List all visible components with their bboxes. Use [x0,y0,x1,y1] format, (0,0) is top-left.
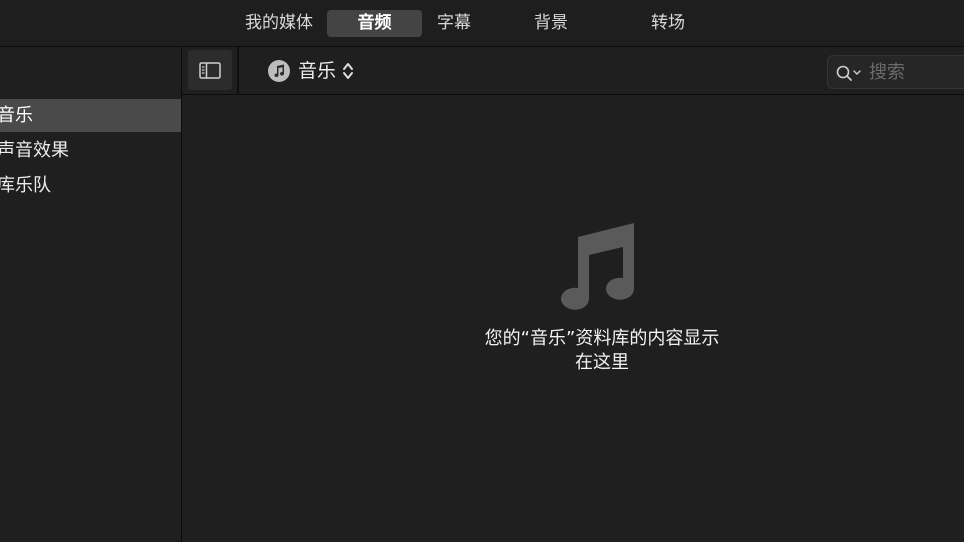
tab-backgrounds[interactable]: 背景 [525,10,577,37]
search-icon [836,65,861,81]
empty-state-message-line2: 在这里 [575,352,629,373]
tab-transitions[interactable]: 转场 [642,10,694,37]
sidebar-item-label: 声音效果 [0,140,69,161]
tab-titles[interactable]: 字幕 [428,10,480,37]
source-popup-button[interactable]: 音乐 [268,59,354,83]
sidebar-item-label: 音乐 [0,105,33,126]
music-note-icon [561,223,634,310]
tab-my-media[interactable]: 我的媒体 [238,10,320,37]
sidebar-item-sound-effects[interactable]: 声音效果 [0,134,181,167]
empty-state-area: 您的“音乐”资料库的内容显示 在这里 [182,95,964,542]
music-note-icon [268,60,290,82]
source-popup-label: 音乐 [298,60,337,82]
sidebar: 音乐 声音效果 库乐队 [0,47,182,542]
media-browser-window: 我的媒体 音频 字幕 背景 转场 音乐 声音效果 库乐队 音乐 搜索 您的“音乐… [0,0,964,542]
toolbar-divider [237,47,239,94]
sidebar-toggle-icon [199,62,221,79]
tab-audio[interactable]: 音频 [327,10,422,37]
sidebar-item-garageband[interactable]: 库乐队 [0,169,181,202]
sidebar-toggle-button[interactable] [188,50,232,90]
chevron-updown-icon [343,63,354,79]
search-placeholder: 搜索 [869,62,905,83]
browser-toolbar: 音乐 搜索 [182,47,964,95]
sidebar-item-music[interactable]: 音乐 [0,99,181,132]
sidebar-item-label: 库乐队 [0,175,51,196]
empty-state-message-line1: 您的“音乐”资料库的内容显示 [484,328,720,349]
search-field[interactable]: 搜索 [827,55,964,89]
tab-bar: 我的媒体 音频 字幕 背景 转场 [0,0,964,47]
